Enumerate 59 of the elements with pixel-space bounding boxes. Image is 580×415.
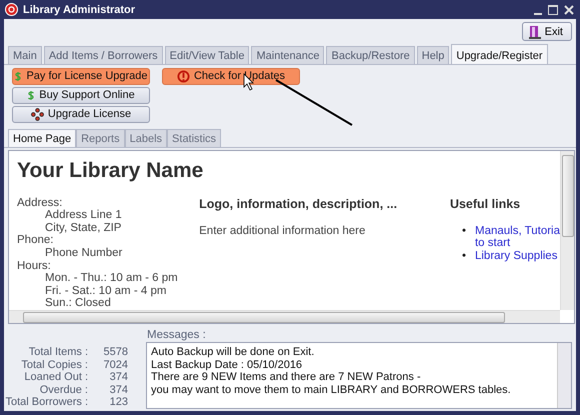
vertical-scrollbar[interactable] bbox=[557, 343, 571, 408]
action-button[interactable]: Buy Support Online bbox=[12, 86, 150, 104]
action-button[interactable]: Upgrade License bbox=[12, 106, 150, 123]
tab[interactable]: Help bbox=[416, 46, 450, 64]
bullet: • bbox=[462, 250, 466, 262]
links-heading: Useful links bbox=[450, 196, 522, 211]
info-text: Enter additional information here bbox=[199, 224, 366, 237]
horizontal-scrollbar[interactable] bbox=[9, 310, 560, 324]
tab[interactable]: Main bbox=[8, 46, 42, 64]
tab[interactable]: Labels bbox=[124, 128, 168, 147]
tab[interactable]: Maintenance bbox=[251, 46, 324, 64]
contact-value: Phone Number bbox=[45, 247, 122, 260]
stat-value: 374 bbox=[108, 384, 128, 396]
stat-label: Total Borrowers : bbox=[4, 396, 88, 410]
info-heading: Logo, information, description, ... bbox=[199, 196, 398, 211]
tab[interactable]: Reports bbox=[76, 128, 125, 147]
stat-value: 123 bbox=[108, 396, 128, 410]
tab[interactable]: Home Page bbox=[8, 128, 76, 147]
message-line: you may want to move them to main LIBRARY and BORROWERS tables. bbox=[151, 384, 511, 396]
close-icon[interactable] bbox=[564, 4, 574, 14]
tab[interactable]: Add Items / Borrowers bbox=[44, 46, 163, 64]
alert-icon bbox=[176, 70, 190, 83]
contact-value: Address Line 1 bbox=[45, 209, 122, 222]
vertical-scrollbar[interactable] bbox=[560, 150, 574, 310]
dollar-icon bbox=[27, 90, 36, 101]
window-title: Library Administrator bbox=[23, 4, 136, 16]
exit-button[interactable]: Exit bbox=[522, 22, 572, 41]
maximize-icon[interactable] bbox=[548, 4, 558, 14]
stat-label: Total Copies : bbox=[20, 358, 88, 372]
message-line: Last Backup Date : 05/10/2016 bbox=[151, 358, 302, 371]
library-name-heading: Your Library Name bbox=[17, 158, 204, 183]
tab[interactable]: Upgrade/Register bbox=[451, 44, 548, 64]
stat-value: 5578 bbox=[102, 346, 128, 359]
link[interactable]: Manauls, Tutoria to start bbox=[474, 224, 560, 250]
stat-label: Total Items : bbox=[28, 346, 88, 359]
contact-value: Mon. - Thu.: 10 am - 6 pm bbox=[45, 272, 178, 284]
contact-label: Address: bbox=[17, 196, 62, 209]
stat-label: Overdue : bbox=[38, 384, 88, 396]
action-button[interactable]: Pay for License Upgrade bbox=[12, 68, 150, 85]
app-icon bbox=[5, 3, 18, 16]
link[interactable]: Library Supplies bbox=[474, 250, 558, 262]
tab[interactable]: Backup/Restore bbox=[326, 46, 415, 64]
door-icon bbox=[528, 24, 541, 38]
stat-value: 7024 bbox=[102, 358, 128, 372]
contact-value: City, State, ZIP bbox=[45, 222, 122, 234]
stat-label: Loaned Out : bbox=[23, 371, 88, 384]
bullet: • bbox=[462, 224, 466, 239]
tab[interactable]: Statistics bbox=[167, 128, 222, 147]
contact-label: Hours: bbox=[17, 260, 51, 272]
contact-value: Sun.: Closed bbox=[45, 297, 111, 310]
dollar-icon bbox=[14, 70, 22, 82]
contact-label: Phone: bbox=[17, 234, 54, 246]
tab[interactable]: Edit/View Table bbox=[164, 46, 250, 64]
ring-icon bbox=[30, 108, 44, 121]
message-line: There are 9 NEW Items and there are 7 NEW Patrons - bbox=[151, 371, 421, 384]
message-line: Auto Backup will be done on Exit. bbox=[151, 346, 314, 358]
messages-label: Messages : bbox=[146, 328, 207, 342]
contact-value: Fri. - Sat.: 10 am - 4 pm bbox=[45, 284, 166, 297]
stat-value: 374 bbox=[108, 371, 128, 384]
